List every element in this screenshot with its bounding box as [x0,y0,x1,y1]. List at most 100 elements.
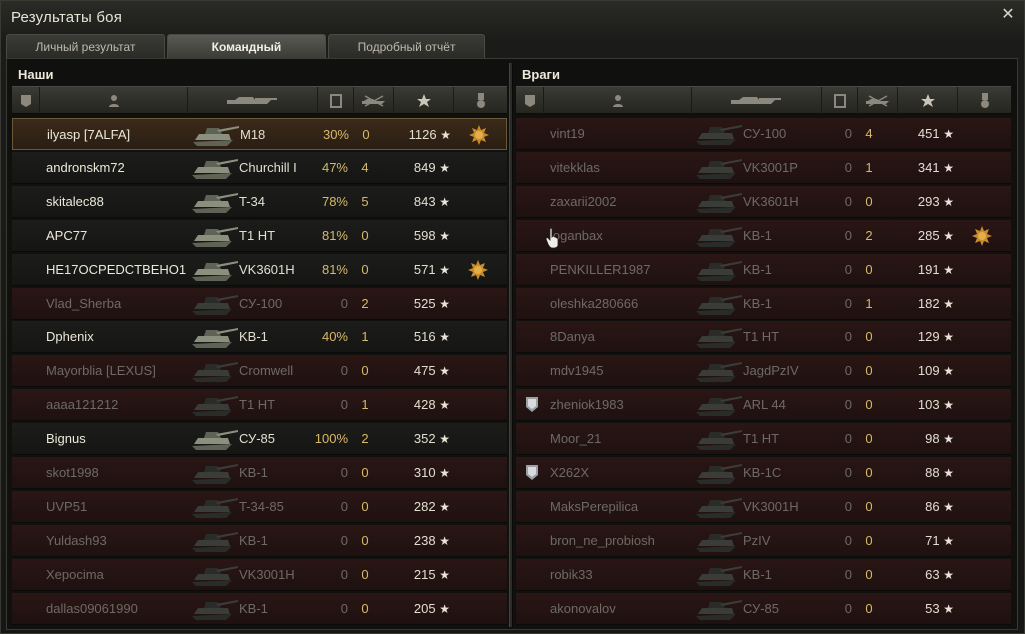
hp-value: 0 [844,227,852,243]
xp-value: 1126 ★ [389,119,451,151]
xp-number: 352 [413,431,436,447]
vehicle-name: VK3001P [743,159,798,175]
xp-column-icon[interactable] [898,87,958,114]
table-row[interactable]: dallas09061990 KB-1 0 0 205 ★ [12,592,507,625]
tab-detailed-report[interactable]: Подробный отчёт [328,34,485,58]
tank-icon [192,599,238,620]
hp-value: 0 [340,363,348,379]
player-name: zheniok1983 [550,397,624,413]
hp-value: 100% [314,431,348,447]
table-row[interactable]: loganbax KB-1 0 2 285 ★ [516,219,1011,252]
table-row[interactable]: PENKILLER1987 KB-1 0 0 191 ★ [516,253,1011,286]
xp-value: 63 ★ [892,559,954,591]
xp-value: 215 ★ [388,559,450,591]
tab-personal-result[interactable]: Личный результат [6,34,165,58]
medal-column-icon[interactable] [958,87,1011,114]
player-name: ilyasp [7ALFA] [47,127,131,142]
squad-column-icon[interactable] [516,87,544,114]
star-icon: ★ [439,228,450,243]
table-row[interactable]: UVP51 T-34-85 0 0 282 ★ [12,490,507,523]
squad-column-icon[interactable] [12,87,40,114]
kills-column-icon[interactable] [858,87,898,114]
star-icon: ★ [439,364,450,379]
xp-value: 285 ★ [892,220,954,252]
kills-value: 0 [361,566,369,582]
hp-value: 78% [321,193,348,209]
table-row[interactable]: X262X KB-1C 0 0 88 ★ [516,457,1011,489]
hp-column-icon[interactable] [822,87,858,114]
star-icon: ★ [439,466,450,480]
close-icon[interactable]: ✕ [1000,7,1016,23]
tank-icon [696,531,742,552]
player-column-icon[interactable] [40,87,188,114]
table-row[interactable]: vint19 СУ-100 0 4 451 ★ [516,118,1011,150]
xp-value: 293 ★ [892,186,954,218]
tank-icon [192,497,238,518]
xp-number: 1126 [408,127,437,142]
table-row[interactable]: ilyasp [7ALFA] M18 30% 0 1126 ★ [12,118,507,150]
table-row[interactable]: akonovalov СУ-85 0 0 53 ★ [516,592,1011,625]
player-name: Mayorblia [LEXUS] [46,363,156,379]
table-row[interactable]: Moor_21 T1 HT 0 0 98 ★ [516,423,1011,456]
kills-value: 0 [865,397,873,413]
table-row[interactable]: vitekklas VK3001P 0 1 341 ★ [516,151,1011,184]
xp-number: 129 [917,329,940,345]
tank-icon [192,294,238,315]
tab-bar: Личный результат Командный результат Под… [6,34,487,78]
xp-number: 71 [925,532,940,548]
table-row[interactable]: Dphenix KB-1 40% 1 516 ★ [12,321,507,354]
xp-value: 310 ★ [388,457,450,489]
table-row[interactable]: Bignus СУ-85 100% 2 352 ★ [12,423,507,456]
kills-value: 0 [865,532,873,548]
vehicle-name: KB-1 [239,465,268,480]
star-icon: ★ [943,432,954,447]
medal-column-icon[interactable] [454,87,507,114]
table-row[interactable]: Yuldash93 KB-1 0 0 238 ★ [12,524,507,557]
xp-value: 428 ★ [388,389,450,421]
vehicle-name: СУ-85 [239,431,276,447]
table-row[interactable]: aaaa121212 T1 HT 0 1 428 ★ [12,389,507,422]
table-row[interactable]: zaxarii2002 VK3601H 0 0 293 ★ [516,185,1011,218]
player-name: MaksPerepilica [550,498,639,514]
xp-column-icon[interactable] [394,87,454,114]
kills-column-icon[interactable] [354,87,394,114]
table-row[interactable]: zheniok1983 ARL 44 0 0 103 ★ [516,389,1011,422]
tab-team-result[interactable]: Командный результат [167,34,326,78]
player-column-icon[interactable] [544,87,692,114]
hp-column-icon[interactable] [318,87,354,114]
table-row[interactable]: skot1998 KB-1 0 0 310 ★ [12,457,507,489]
xp-value: 341 ★ [892,152,954,184]
table-row[interactable]: 8Danya T1 HT 0 0 129 ★ [516,321,1011,354]
vehicle-name: T1 HT [743,329,780,345]
medal-icon [972,225,992,246]
table-row[interactable]: bron_ne_probiosh PzIV 0 0 71 ★ [516,524,1011,557]
xp-number: 191 [917,261,940,277]
table-row[interactable]: HE17OCPEDCTBEHO11K VK3601H 81% 0 571 ★ [12,253,507,286]
star-icon: ★ [943,567,954,582]
hp-value: 0 [340,295,348,311]
vehicle-column-icon[interactable] [692,87,822,114]
xp-number: 341 [917,159,940,175]
kills-value: 1 [865,295,873,311]
table-row[interactable]: oleshka280666 KB-1 0 1 182 ★ [516,287,1011,320]
table-row[interactable]: Mayorblia [LEXUS] Cromwell 0 0 475 ★ [12,355,507,388]
kills-value: 0 [361,363,369,379]
star-icon: ★ [439,432,450,447]
table-row[interactable]: mdv1945 JagdPzIV 0 0 109 ★ [516,355,1011,388]
player-name: skitalec88 [46,193,104,209]
player-name: HE17OCPEDCTBEHO11K [46,261,186,277]
table-row[interactable]: skitalec88 T-34 78% 5 843 ★ [12,185,507,218]
window-title: Результаты боя [11,9,123,26]
vehicle-name: T-34 [239,193,266,209]
tank-icon [193,126,239,146]
vehicle-column-icon[interactable] [188,87,318,114]
table-row[interactable]: robik33 KB-1 0 0 63 ★ [516,558,1011,591]
table-row[interactable]: MaksPerepilica VK3001H 0 0 86 ★ [516,490,1011,523]
table-row[interactable]: Vlad_Sherba СУ-100 0 2 525 ★ [12,287,507,320]
table-row[interactable]: APC77 T1 HT 81% 0 598 ★ [12,219,507,252]
table-row[interactable]: Xepocima VK3001H 0 0 215 ★ [12,558,507,591]
xp-number: 525 [413,295,436,311]
table-row[interactable]: andronskm72 Churchill I 47% 4 849 ★ [12,151,507,184]
tank-icon [696,294,742,315]
player-name: 8Danya [550,329,595,345]
